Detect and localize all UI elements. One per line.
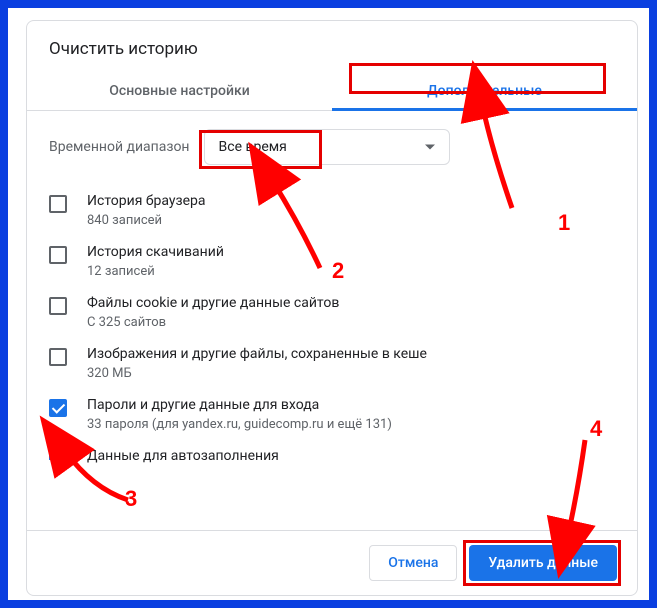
dialog: Очистить историю Основные настройки Допо… [26, 20, 638, 596]
checkbox[interactable] [49, 399, 67, 417]
option-title: Пароли и другие данные для входа [87, 397, 392, 413]
option-title: Файлы cookie и другие данные сайтов [87, 295, 339, 311]
confirm-button[interactable]: Удалить данные [469, 545, 617, 581]
clear-option[interactable]: Пароли и другие данные для входа 33 паро… [49, 389, 629, 440]
checkbox[interactable] [49, 348, 67, 366]
checkbox[interactable] [49, 297, 67, 315]
outer-frame: Очистить историю Основные настройки Допо… [0, 0, 657, 608]
time-range-label: Временной диапазон [49, 139, 190, 155]
option-title: История скачиваний [87, 244, 224, 260]
dialog-footer: Отмена Удалить данные [27, 530, 637, 595]
clear-option[interactable]: Изображения и другие файлы, сохраненные … [49, 338, 629, 389]
option-subtitle: 320 МБ [87, 366, 427, 381]
checkbox-partial[interactable] [49, 450, 67, 460]
clear-option[interactable]: История браузера 840 записей [49, 185, 629, 236]
option-subtitle: С 325 сайтов [87, 315, 339, 330]
time-range-select[interactable]: Все время [204, 129, 450, 165]
clear-option[interactable]: Данные для автозаполнения [49, 440, 629, 464]
dialog-title: Очистить историю [27, 21, 637, 73]
checkbox[interactable] [49, 195, 67, 213]
time-range-value: Все время [219, 139, 287, 155]
tab-advanced[interactable]: Дополнительные [332, 73, 637, 111]
clear-option[interactable]: История скачиваний 12 записей [49, 236, 629, 287]
option-subtitle: 12 записей [87, 264, 224, 279]
tab-basic-label: Основные настройки [109, 83, 249, 99]
confirm-button-label: Удалить данные [488, 555, 598, 571]
option-title: История браузера [87, 193, 205, 209]
option-subtitle: 33 пароля (для yandex.ru, guidecomp.ru и… [87, 417, 392, 432]
option-title: Данные для автозаполнения [87, 448, 279, 464]
option-subtitle: 840 записей [87, 213, 205, 228]
cancel-button[interactable]: Отмена [369, 545, 457, 581]
checkbox[interactable] [49, 246, 67, 264]
time-range-row: Временной диапазон Все время [49, 129, 629, 165]
tab-advanced-label: Дополнительные [427, 83, 542, 99]
tab-basic[interactable]: Основные настройки [27, 73, 332, 111]
clear-option[interactable]: Файлы cookie и другие данные сайтов С 32… [49, 287, 629, 338]
cancel-button-label: Отмена [388, 555, 438, 571]
dialog-body[interactable]: Временной диапазон Все время История бра… [27, 111, 637, 530]
option-title: Изображения и другие файлы, сохраненные … [87, 346, 427, 362]
tabs: Основные настройки Дополнительные [27, 73, 637, 111]
chevron-down-icon [425, 145, 435, 150]
